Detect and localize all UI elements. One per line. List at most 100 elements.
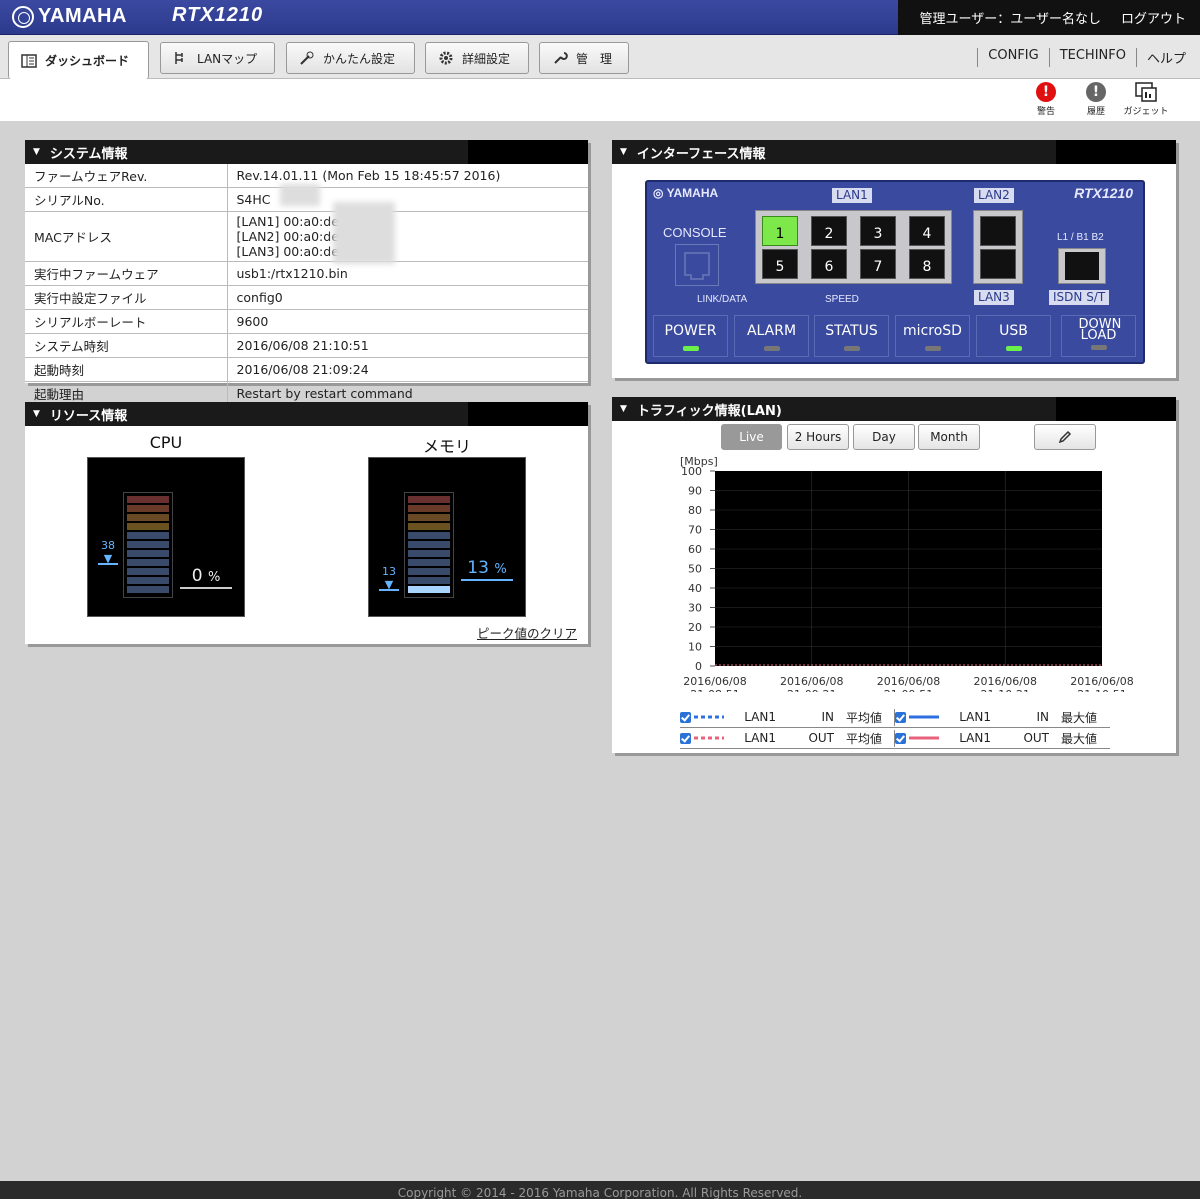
help-link[interactable]: ヘルプ [1135,48,1186,67]
x-tick-label: 21:09:51 [884,688,933,692]
meter-segment [408,505,450,512]
lan3-port[interactable] [980,249,1016,279]
download-led [1090,345,1107,350]
solid-line-icon [909,736,939,740]
meter-segment [408,550,450,557]
lan1-port-7[interactable]: 7 [860,249,896,279]
warning-icon: ! [1036,82,1056,102]
redacted-mac [333,202,395,264]
system-info-header[interactable]: ▼ システム情報 [25,140,588,164]
meter-segment [127,568,169,575]
download-status[interactable]: DOWN LOAD [1061,315,1136,357]
console-port[interactable] [675,244,719,286]
checkbox-icon [680,732,691,744]
resource-info-header[interactable]: ▼ リソース情報 [25,402,588,426]
techinfo-link[interactable]: TECHINFO [1048,48,1136,67]
meter-segment [127,505,169,512]
collapse-triangle-icon: ▼ [620,147,627,157]
legend-item[interactable]: LAN1 OUT 最大値 [895,730,1097,747]
isdn-port[interactable] [1058,248,1106,284]
x-tick-label: 21:10:21 [981,688,1030,692]
cpu-meter: 38 ▼ 0 % [87,457,245,617]
meter-segment [127,559,169,566]
lan1-port-1[interactable]: 1 [762,216,798,246]
y-tick-label: 20 [688,621,702,634]
y-tick-label: 90 [688,485,702,498]
lan1-port-5[interactable]: 5 [762,249,798,279]
interface-info-header[interactable]: ▼ インターフェース情報 [612,140,1176,164]
y-tick-label: 10 [688,641,702,654]
meter-segment [127,514,169,521]
lan1-port-2[interactable]: 2 [811,216,847,246]
lan2-label: LAN2 [974,188,1014,203]
power-led [682,346,699,351]
meter-segment [127,550,169,557]
table-row: 起動時刻 2016/06/08 21:09:24 [25,357,588,382]
y-tick-label: 50 [688,563,702,576]
history-button[interactable]: ! 履歴 [1071,82,1121,117]
console-label: CONSOLE [663,225,727,240]
clear-peak-link[interactable]: ピーク値のクリア [477,623,577,642]
tab-lan-map[interactable]: LANマップ [160,42,275,74]
legend-item[interactable]: LAN1 IN 最大値 [895,709,1097,726]
x-tick-label: 2016/06/08 [780,675,843,688]
checkbox-icon [680,711,691,723]
lan3-label: LAN3 [974,290,1014,305]
wrench-icon [554,52,568,64]
legend-item[interactable]: LAN1 OUT 平均値 [680,729,895,747]
x-tick-label: 21:10:51 [1077,688,1126,692]
cpu-peak-marker: 38 ▼ [98,539,118,565]
power-status: POWER [653,315,728,357]
footer: Copyright © 2014 - 2016 Yamaha Corporati… [0,1181,1200,1199]
resource-info-panel: ▼ リソース情報 CPU 38 ▼ 0 % メモリ 13 ▼ 13 % ピーク値のクリ… [25,402,588,644]
y-tick-label: 0 [695,660,702,673]
meter-segment [408,577,450,584]
y-tick-label: 40 [688,582,702,595]
logout-link[interactable]: ログアウト [1121,8,1186,27]
l1-b1b2-label: L1 / B1 B2 [1057,232,1104,243]
meter-segment [408,496,450,503]
warning-button[interactable]: ! 警告 [1021,82,1071,117]
traffic-info-header[interactable]: ▼ トラフィック情報(LAN) [612,397,1176,421]
legend-item[interactable]: LAN1 IN 平均値 [680,708,895,726]
tab-bar: ダッシュボード LANマップ かんたん設定 詳細設定 管 理 CONFIG TE… [0,35,1200,79]
status-led [843,346,860,351]
memory-peak-marker: 13 ▼ [379,565,399,592]
table-row: 実行中ファームウェア usb1:/rtx1210.bin [25,261,588,286]
lan1-port-4[interactable]: 4 [909,216,945,246]
tab-dashboard[interactable]: ダッシュボード [8,41,149,79]
lan1-port-8[interactable]: 8 [909,249,945,279]
tab-advanced-setup[interactable]: 詳細設定 [425,42,529,74]
lan-map-icon [175,52,183,64]
alarm-led [763,346,780,351]
2-hours-button[interactable]: 2 Hours [787,424,849,450]
meter-segment [127,586,169,593]
x-tick-label: 2016/06/08 [974,675,1037,688]
top-bar: YAMAHA RTX1210 管理ユーザー：ユーザー名なし ログアウト [0,0,1200,35]
tab-easy-setup[interactable]: かんたん設定 [286,42,415,74]
live-button[interactable]: Live [721,424,782,450]
usb-status: USB [976,315,1051,357]
config-link[interactable]: CONFIG [977,48,1048,67]
router-brand: ◎ YAMAHA [653,186,719,200]
month-button[interactable]: Month [918,424,980,450]
lan1-port-6[interactable]: 6 [811,249,847,279]
lan1-port-3[interactable]: 3 [860,216,896,246]
top-links: CONFIG TECHINFO ヘルプ [977,48,1186,67]
x-tick-label: 2016/06/08 [683,675,746,688]
table-row: 実行中設定ファイル config0 [25,285,588,310]
y-tick-label: 60 [688,543,702,556]
checkbox-icon [895,732,906,744]
checkbox-icon [895,711,906,723]
dashboard-icon [21,53,37,68]
lan2-port[interactable] [980,216,1016,246]
isdn-label: ISDN S/T [1049,290,1110,305]
tab-management[interactable]: 管 理 [539,42,629,74]
alarm-status: ALARM [734,315,809,357]
yamaha-logo: YAMAHA [12,5,127,28]
gadget-button[interactable]: ガジェット [1121,82,1171,117]
day-button[interactable]: Day [853,424,915,450]
x-tick-label: 2016/06/08 [877,675,940,688]
traffic-info-panel: ▼ トラフィック情報(LAN) Live 2 Hours Day Month [M… [612,397,1176,753]
edit-button[interactable] [1034,424,1096,450]
